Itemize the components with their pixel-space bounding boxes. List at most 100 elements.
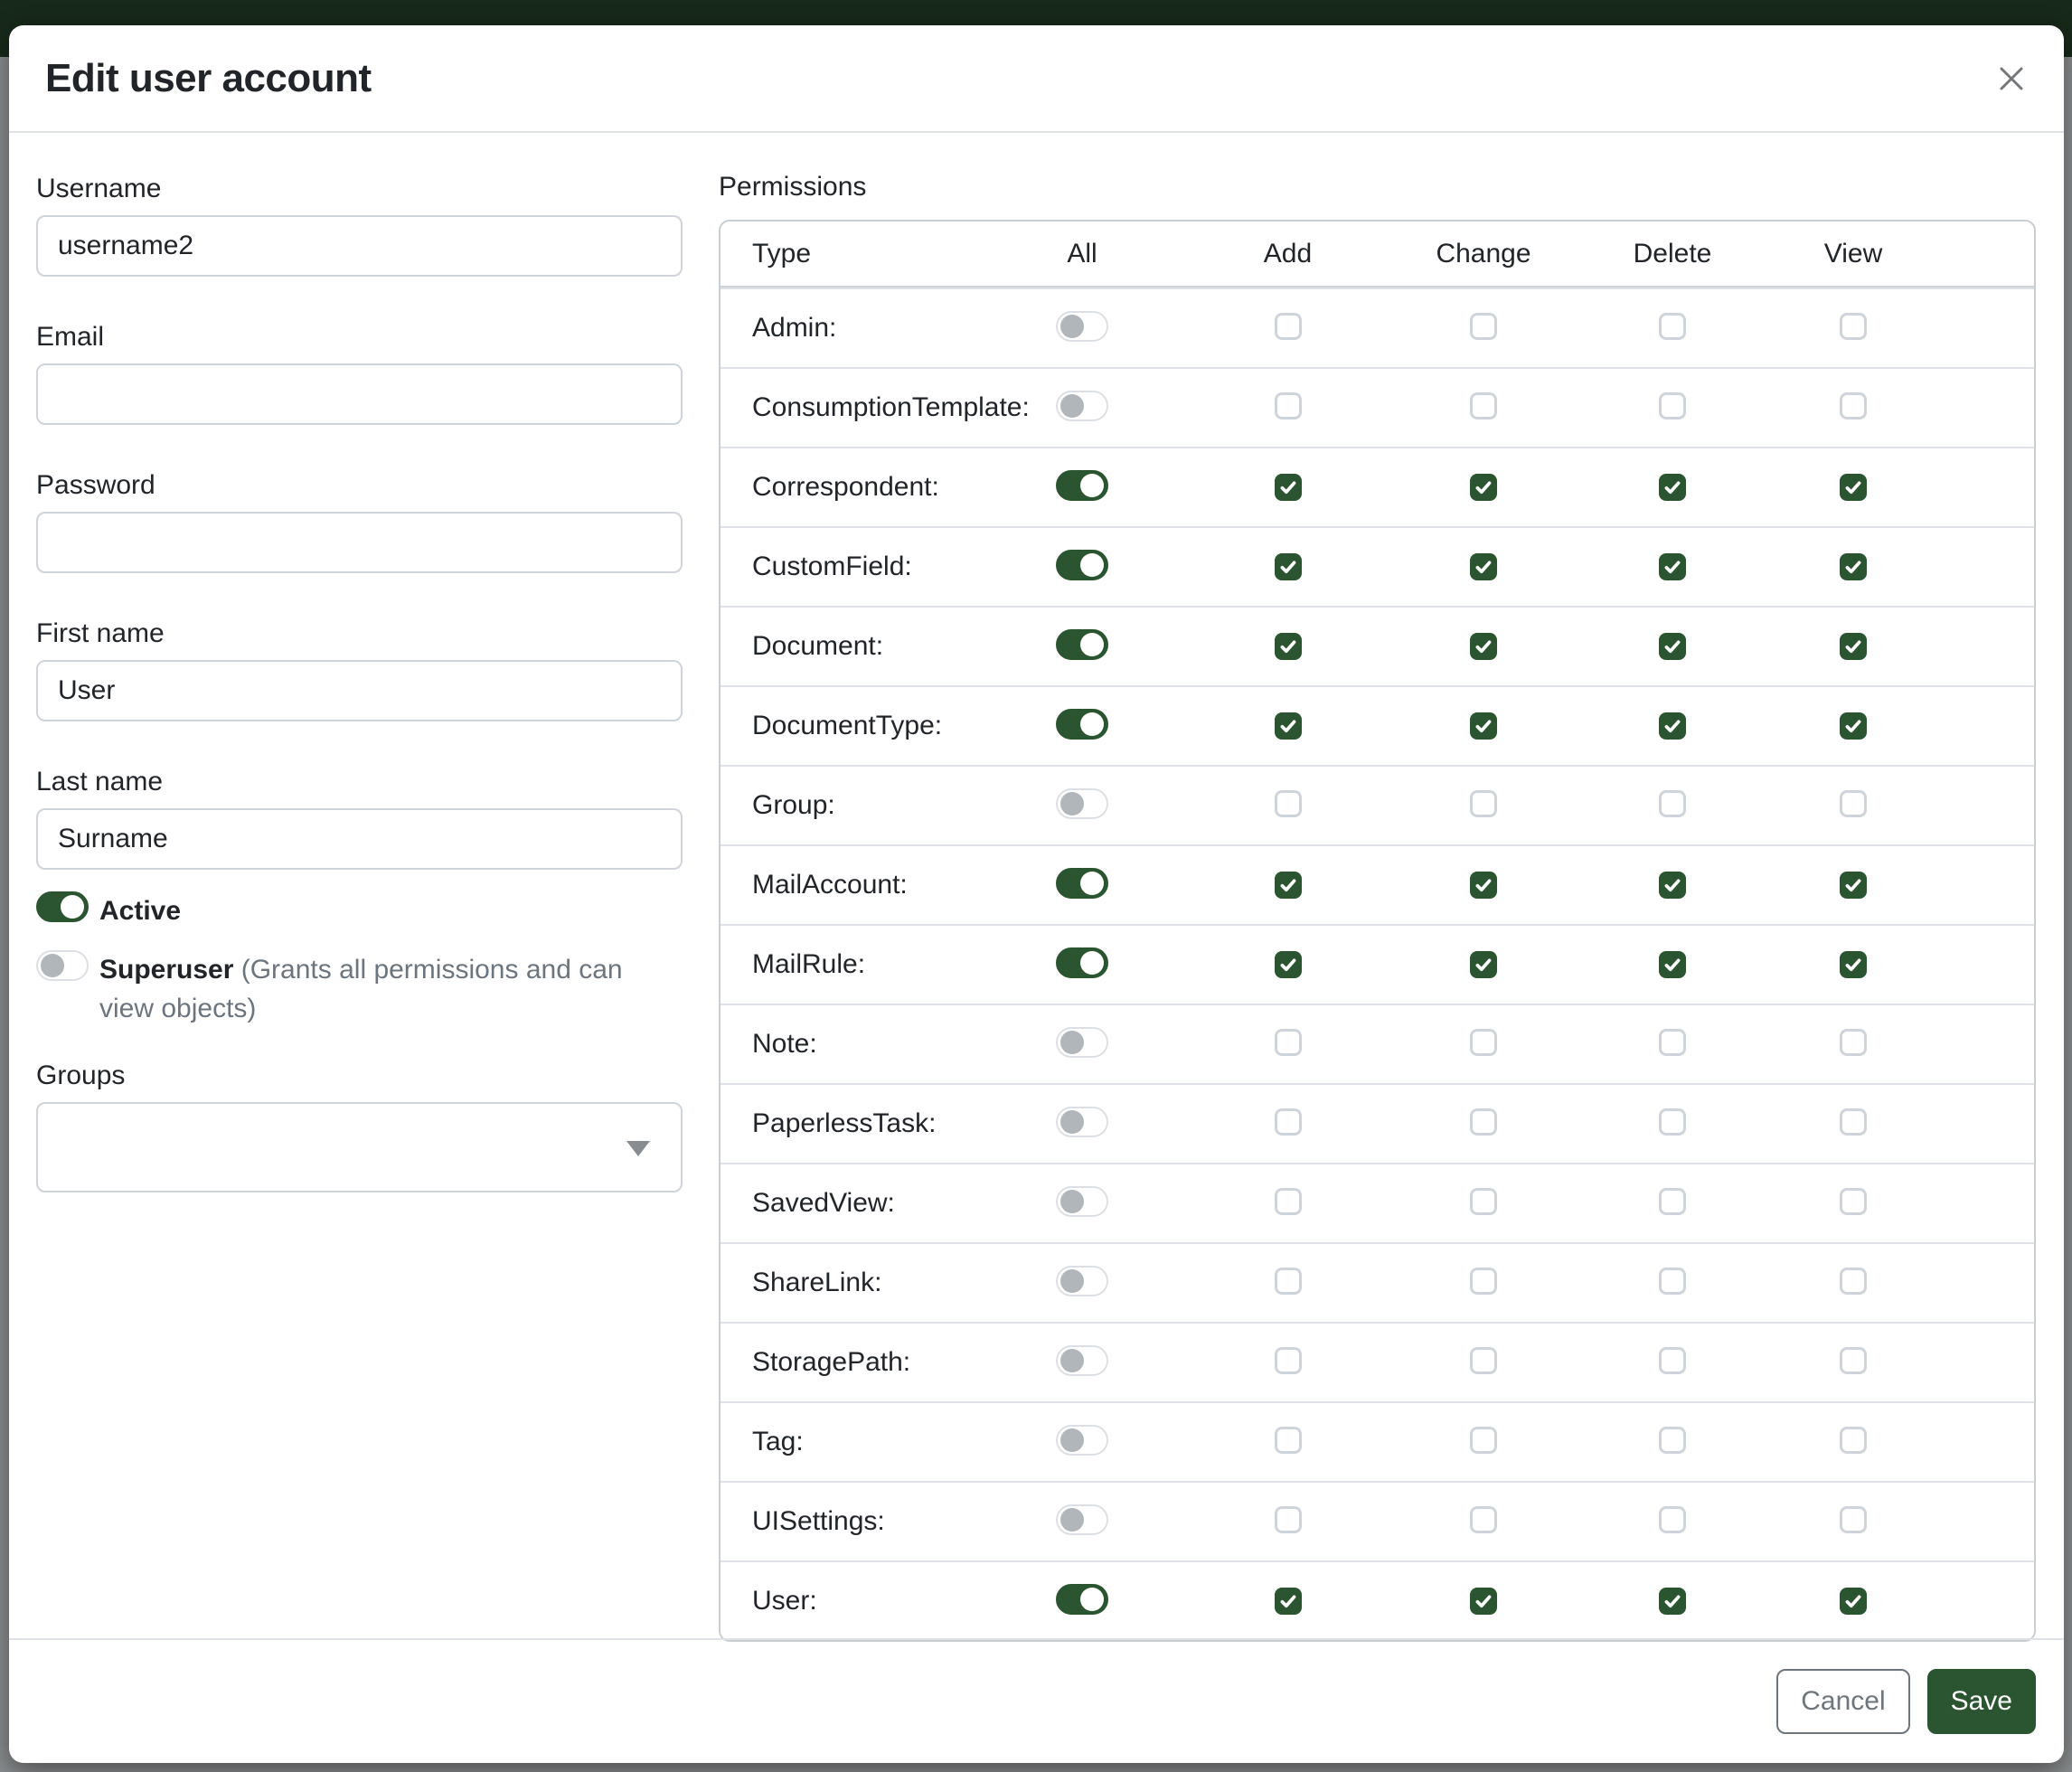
storagepath-delete-checkbox[interactable] (1659, 1347, 1686, 1374)
sharelink-delete-checkbox[interactable] (1659, 1268, 1686, 1295)
user-view-checkbox[interactable] (1840, 1588, 1867, 1615)
note-add-checkbox[interactable] (1275, 1029, 1302, 1056)
document-delete-checkbox[interactable] (1659, 633, 1686, 660)
document-change-checkbox[interactable] (1470, 633, 1497, 660)
savedview-all-toggle[interactable] (1056, 1186, 1108, 1217)
note-view-checkbox[interactable] (1840, 1029, 1867, 1056)
active-label: Active (99, 896, 181, 926)
username-input[interactable] (36, 215, 683, 277)
customfield-change-checkbox[interactable] (1470, 553, 1497, 580)
email-input[interactable] (36, 363, 683, 425)
cancel-button[interactable]: Cancel (1776, 1669, 1909, 1734)
admin-change-checkbox[interactable] (1470, 313, 1497, 340)
user-change-checkbox[interactable] (1470, 1588, 1497, 1615)
sharelink-add-checkbox[interactable] (1275, 1268, 1302, 1295)
mailrule-all-toggle[interactable] (1056, 947, 1108, 978)
note-delete-checkbox[interactable] (1659, 1029, 1686, 1056)
mailrule-change-checkbox[interactable] (1470, 951, 1497, 978)
consumptiontemplate-all-toggle[interactable] (1056, 391, 1108, 421)
uisettings-delete-checkbox[interactable] (1659, 1506, 1686, 1533)
mailaccount-change-checkbox[interactable] (1470, 872, 1497, 899)
documenttype-add-checkbox[interactable] (1275, 712, 1302, 740)
toggle-knob (41, 954, 64, 977)
storagepath-all-toggle[interactable] (1056, 1345, 1108, 1376)
storagepath-view-checkbox[interactable] (1840, 1347, 1867, 1374)
active-toggle[interactable] (36, 891, 89, 922)
savedview-add-checkbox[interactable] (1275, 1188, 1302, 1215)
password-input[interactable] (36, 512, 683, 573)
correspondent-add-checkbox[interactable] (1275, 474, 1302, 501)
savedview-delete-checkbox[interactable] (1659, 1188, 1686, 1215)
storagepath-change-checkbox[interactable] (1470, 1347, 1497, 1374)
customfield-view-checkbox[interactable] (1840, 553, 1867, 580)
tag-add-checkbox[interactable] (1275, 1427, 1302, 1454)
consumptiontemplate-add-checkbox[interactable] (1275, 392, 1302, 419)
first-name-input[interactable] (36, 660, 683, 721)
customfield-delete-checkbox[interactable] (1659, 553, 1686, 580)
paperlesstask-all-toggle[interactable] (1056, 1107, 1108, 1137)
group-all-toggle[interactable] (1056, 788, 1108, 819)
perm-delete-cell (1659, 1588, 1686, 1616)
note-change-checkbox[interactable] (1470, 1029, 1497, 1056)
groups-select[interactable] (36, 1102, 683, 1192)
note-all-toggle[interactable] (1056, 1027, 1108, 1058)
paperlesstask-add-checkbox[interactable] (1275, 1108, 1302, 1136)
customfield-add-checkbox[interactable] (1275, 553, 1302, 580)
correspondent-change-checkbox[interactable] (1470, 474, 1497, 501)
mailrule-delete-checkbox[interactable] (1659, 951, 1686, 978)
correspondent-delete-checkbox[interactable] (1659, 474, 1686, 501)
mailaccount-all-toggle[interactable] (1056, 868, 1108, 899)
admin-add-checkbox[interactable] (1275, 313, 1302, 340)
user-all-toggle[interactable] (1056, 1584, 1108, 1615)
document-add-checkbox[interactable] (1275, 633, 1302, 660)
admin-all-toggle[interactable] (1056, 311, 1108, 342)
close-button[interactable] (1990, 57, 2033, 100)
user-delete-checkbox[interactable] (1659, 1588, 1686, 1615)
admin-delete-checkbox[interactable] (1659, 313, 1686, 340)
uisettings-all-toggle[interactable] (1056, 1504, 1108, 1535)
paperlesstask-delete-checkbox[interactable] (1659, 1108, 1686, 1136)
uisettings-view-checkbox[interactable] (1840, 1506, 1867, 1533)
user-add-checkbox[interactable] (1275, 1588, 1302, 1615)
savedview-view-checkbox[interactable] (1840, 1188, 1867, 1215)
save-button[interactable]: Save (1927, 1669, 2036, 1734)
mailaccount-add-checkbox[interactable] (1275, 872, 1302, 899)
tag-change-checkbox[interactable] (1470, 1427, 1497, 1454)
correspondent-view-checkbox[interactable] (1840, 474, 1867, 501)
paperlesstask-change-checkbox[interactable] (1470, 1108, 1497, 1136)
documenttype-all-toggle[interactable] (1056, 709, 1108, 740)
storagepath-add-checkbox[interactable] (1275, 1347, 1302, 1374)
uisettings-add-checkbox[interactable] (1275, 1506, 1302, 1533)
mailrule-add-checkbox[interactable] (1275, 951, 1302, 978)
superuser-toggle[interactable] (36, 950, 89, 981)
documenttype-delete-checkbox[interactable] (1659, 712, 1686, 740)
customfield-all-toggle[interactable] (1056, 550, 1108, 580)
document-view-checkbox[interactable] (1840, 633, 1867, 660)
documenttype-view-checkbox[interactable] (1840, 712, 1867, 740)
mailrule-view-checkbox[interactable] (1840, 951, 1867, 978)
group-delete-checkbox[interactable] (1659, 790, 1686, 817)
sharelink-view-checkbox[interactable] (1840, 1268, 1867, 1295)
superuser-label: Superuser (99, 955, 233, 985)
admin-view-checkbox[interactable] (1840, 313, 1867, 340)
mailaccount-delete-checkbox[interactable] (1659, 872, 1686, 899)
group-view-checkbox[interactable] (1840, 790, 1867, 817)
consumptiontemplate-view-checkbox[interactable] (1840, 392, 1867, 419)
tag-all-toggle[interactable] (1056, 1425, 1108, 1456)
sharelink-change-checkbox[interactable] (1470, 1268, 1497, 1295)
tag-delete-checkbox[interactable] (1659, 1427, 1686, 1454)
correspondent-all-toggle[interactable] (1056, 470, 1108, 501)
tag-view-checkbox[interactable] (1840, 1427, 1867, 1454)
mailaccount-view-checkbox[interactable] (1840, 872, 1867, 899)
paperlesstask-view-checkbox[interactable] (1840, 1108, 1867, 1136)
last-name-input[interactable] (36, 808, 683, 870)
savedview-change-checkbox[interactable] (1470, 1188, 1497, 1215)
consumptiontemplate-delete-checkbox[interactable] (1659, 392, 1686, 419)
sharelink-all-toggle[interactable] (1056, 1266, 1108, 1296)
documenttype-change-checkbox[interactable] (1470, 712, 1497, 740)
group-change-checkbox[interactable] (1470, 790, 1497, 817)
uisettings-change-checkbox[interactable] (1470, 1506, 1497, 1533)
group-add-checkbox[interactable] (1275, 790, 1302, 817)
consumptiontemplate-change-checkbox[interactable] (1470, 392, 1497, 419)
document-all-toggle[interactable] (1056, 629, 1108, 660)
